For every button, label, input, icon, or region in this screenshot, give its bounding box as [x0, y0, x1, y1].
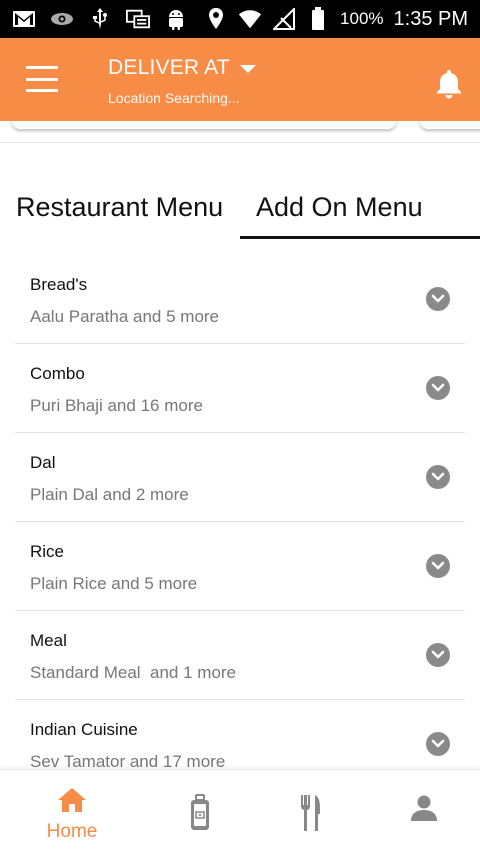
gmail-icon	[12, 8, 36, 30]
category-subtitle: Aalu Paratha and 5 more	[30, 307, 220, 326]
chevron-down-icon[interactable]	[426, 554, 450, 578]
list-item[interactable]: Combo Puri Bhaji and 16 more	[15, 344, 465, 433]
deliver-at-label: DELIVER AT	[108, 56, 230, 79]
nav-orders[interactable]	[140, 770, 260, 854]
profile-icon	[410, 794, 438, 827]
category-subtitle: Plain Dal and 2 more	[30, 485, 189, 504]
app-header: DELIVER AT Location Searching...	[0, 38, 480, 121]
clock: 1:35 PM	[393, 7, 468, 30]
nav-home[interactable]: Home	[12, 770, 132, 854]
chevron-down-icon[interactable]	[426, 732, 450, 756]
screens-icon	[126, 8, 150, 30]
restaurant-menu-icon	[298, 794, 322, 837]
list-item[interactable]: Meal Standard Meal and 1 more	[15, 611, 465, 700]
category-title: Dal	[30, 453, 56, 472]
bell-icon[interactable]	[434, 68, 464, 100]
hamburger-menu-icon[interactable]	[26, 66, 58, 92]
category-subtitle: Puri Bhaji and 16 more	[30, 396, 203, 415]
chevron-down-icon[interactable]	[426, 465, 450, 489]
menu-tabs: Restaurant Menu Add On Menu	[0, 178, 480, 240]
active-tab-indicator	[240, 236, 480, 239]
list-item[interactable]: Rice Plain Rice and 5 more	[15, 522, 465, 611]
tab-add-on-menu[interactable]: Add On Menu	[256, 192, 423, 223]
carousel-card[interactable]	[420, 121, 480, 129]
list-item[interactable]: Bread's Aalu Paratha and 5 more	[15, 255, 465, 344]
chevron-down-icon[interactable]	[426, 643, 450, 667]
restaurant-card-carousel[interactable]	[0, 121, 480, 143]
category-subtitle: Plain Rice and 5 more	[30, 574, 198, 593]
battery-percent: 100%	[340, 9, 384, 28]
location-icon	[204, 8, 228, 30]
usb-icon	[88, 8, 112, 30]
chevron-down-icon[interactable]	[426, 287, 450, 311]
bottom-navigation: Home	[0, 769, 480, 854]
list-item[interactable]: Dal Plain Dal and 2 more	[15, 433, 465, 522]
home-icon	[56, 786, 88, 819]
caret-down-icon	[239, 65, 256, 73]
status-bar: 100% 1:35 PM	[0, 0, 480, 38]
nav-home-label: Home	[46, 821, 98, 842]
carousel-card[interactable]	[12, 121, 396, 129]
location-status: Location Searching...	[108, 90, 240, 106]
wifi-icon	[238, 8, 262, 30]
eye-icon	[50, 8, 74, 30]
android-icon	[164, 8, 188, 30]
category-list: Bread's Aalu Paratha and 5 more Combo Pu…	[15, 255, 465, 789]
category-title: Indian Cuisine	[30, 720, 138, 739]
nav-profile[interactable]	[364, 770, 480, 854]
orders-icon	[189, 794, 211, 837]
category-subtitle: Standard Meal and 1 more	[30, 663, 237, 682]
battery-icon	[306, 7, 330, 30]
tab-restaurant-menu[interactable]: Restaurant Menu	[16, 192, 223, 223]
deliver-at-selector[interactable]: DELIVER AT	[108, 56, 256, 80]
chevron-down-icon[interactable]	[426, 376, 450, 400]
category-title: Rice	[30, 542, 65, 561]
nav-restaurant-menu[interactable]	[250, 770, 370, 854]
no-signal-icon	[272, 8, 296, 30]
category-title: Bread's	[30, 275, 88, 294]
category-title: Combo	[30, 364, 85, 383]
category-title: Meal	[30, 631, 67, 650]
